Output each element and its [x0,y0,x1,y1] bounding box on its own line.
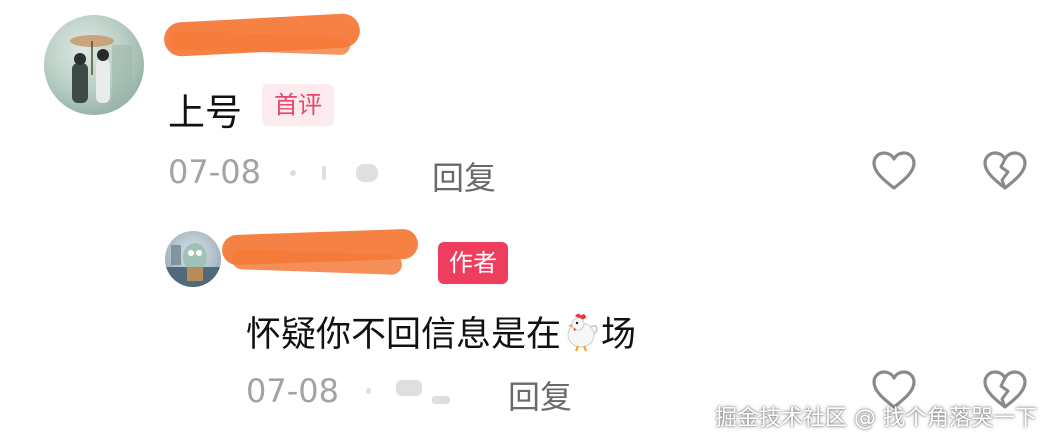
first-comment-badge: 首评 [262,84,334,126]
heart-outline-icon[interactable] [871,150,917,192]
comment-date: 07-08 [168,153,261,191]
comment-section: 上号 首评 07-08 回复 作者 怀疑你不回信息是在 场 07-08 回复 掘… [0,0,1053,446]
watermark: 掘金技术社区 @ 找个角落哭一下 [715,406,1037,431]
reply-button[interactable]: 回复 [432,153,496,199]
redacted-location [432,396,450,404]
broken-heart-outline-icon[interactable] [982,150,1028,192]
comment-text-part: 怀疑你不回信息是在 [246,315,562,355]
author-badge: 作者 [438,242,508,284]
rooster-emoji [561,312,601,361]
redacted-location [356,164,378,182]
redacted-location [366,388,371,394]
redacted-location [290,170,296,176]
redacted-location [396,380,422,396]
avatar-image [70,35,132,105]
avatar-image [165,243,221,287]
avatar[interactable] [165,231,221,287]
comment-text: 怀疑你不回信息是在 场 [246,306,636,361]
comment-text-part: 场 [601,315,637,355]
reply-button[interactable]: 回复 [508,372,572,418]
avatar[interactable] [44,15,144,115]
redacted-location [322,166,326,180]
comment-date: 07-08 [246,372,339,410]
comment-text: 上号 [168,91,242,134]
